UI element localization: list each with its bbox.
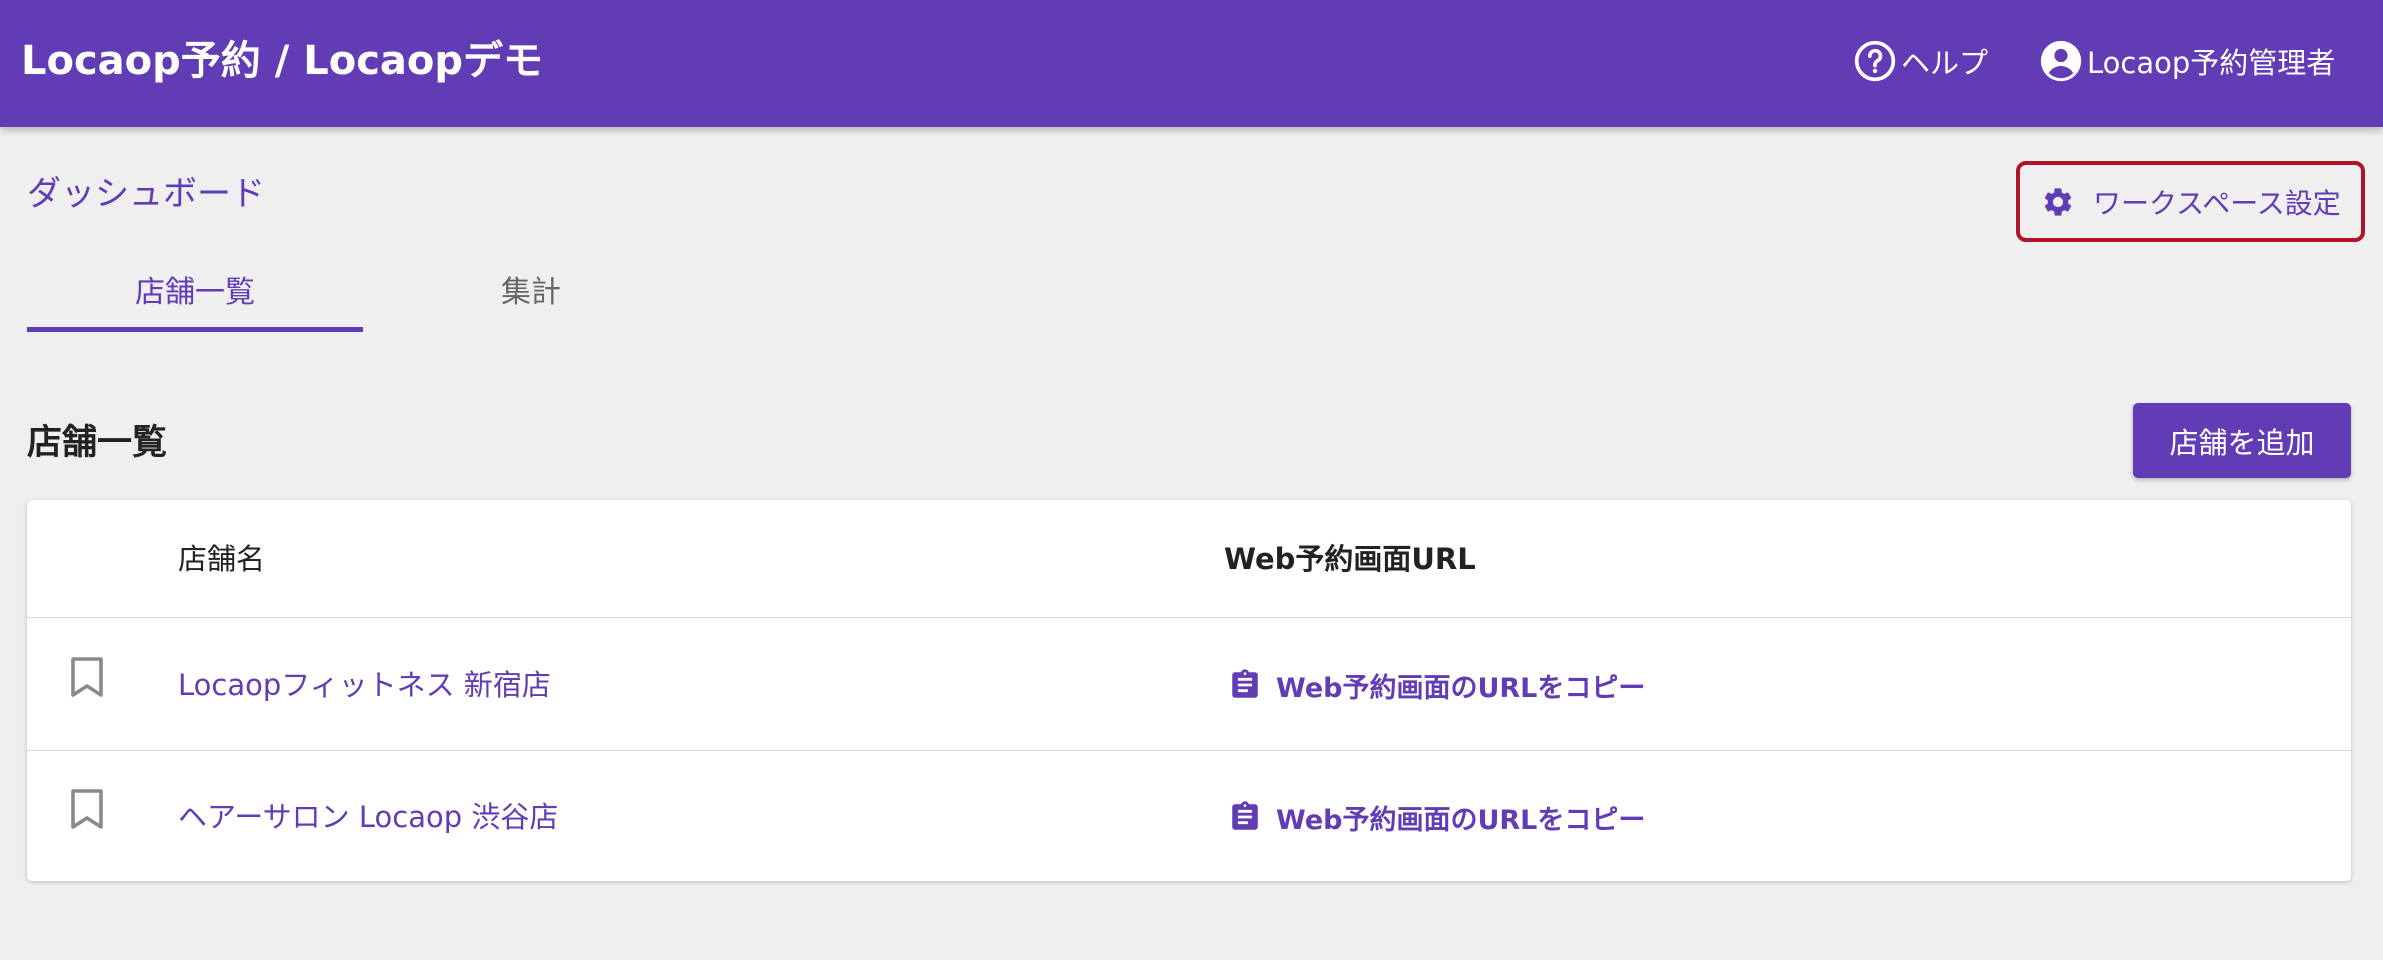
column-header-web-url: Web予約画面URL bbox=[1224, 542, 1476, 576]
copy-url-label: Web予約画面のURLをコピー bbox=[1276, 672, 1646, 704]
help-circle-icon bbox=[1853, 39, 1897, 83]
table-row: ヘアーサロン Locaop 渋谷店 Web予約画面のURLをコピー bbox=[27, 751, 2351, 883]
section-title: 店舗一覧 bbox=[27, 423, 168, 463]
active-tab-indicator bbox=[27, 327, 363, 332]
store-name-link[interactable]: Locaopフィットネス 新宿店 bbox=[178, 619, 551, 751]
app-bar: Locaop予約 / Locaopデモ ヘルプ Locaop予約管理者 bbox=[0, 0, 2383, 127]
account-menu-button[interactable]: Locaop予約管理者 bbox=[2039, 0, 2335, 122]
page-title: ダッシュボード bbox=[27, 174, 265, 214]
copy-url-label: Web予約画面のURLをコピー bbox=[1276, 804, 1646, 836]
tab-store-list[interactable]: 店舗一覧 bbox=[27, 246, 363, 332]
clipboard-text-icon bbox=[1228, 799, 1262, 835]
account-label: Locaop予約管理者 bbox=[2087, 46, 2336, 80]
gear-icon bbox=[2041, 185, 2075, 219]
column-header-store-name: 店舗名 bbox=[178, 542, 266, 576]
help-button[interactable]: ヘルプ bbox=[1853, 0, 1988, 122]
store-table: 店舗名 Web予約画面URL Locaopフィットネス 新宿店 Web予約画面の… bbox=[27, 500, 2351, 881]
add-store-button[interactable]: 店舗を追加 bbox=[2133, 403, 2351, 478]
workspace-settings-label: ワークスペース設定 bbox=[2093, 186, 2341, 220]
clipboard-text-icon bbox=[1228, 667, 1262, 703]
bookmark-icon[interactable] bbox=[67, 787, 107, 831]
help-label: ヘルプ bbox=[1901, 46, 1989, 80]
table-row: Locaopフィットネス 新宿店 Web予約画面のURLをコピー bbox=[27, 619, 2351, 751]
workspace-settings-button[interactable]: ワークスペース設定 bbox=[2016, 161, 2365, 242]
bookmark-icon[interactable] bbox=[67, 655, 107, 699]
tab-summary[interactable]: 集計 bbox=[363, 246, 699, 332]
store-name-link[interactable]: ヘアーサロン Locaop 渋谷店 bbox=[178, 751, 558, 883]
table-header: 店舗名 Web予約画面URL bbox=[27, 500, 2351, 618]
copy-url-button[interactable]: Web予約画面のURLをコピー bbox=[1228, 751, 1645, 883]
copy-url-button[interactable]: Web予約画面のURLをコピー bbox=[1228, 619, 1645, 751]
tab-bar: 店舗一覧 集計 bbox=[27, 246, 699, 332]
app-title: Locaop予約 / Locaopデモ bbox=[21, 38, 544, 84]
account-circle-icon bbox=[2039, 39, 2083, 83]
